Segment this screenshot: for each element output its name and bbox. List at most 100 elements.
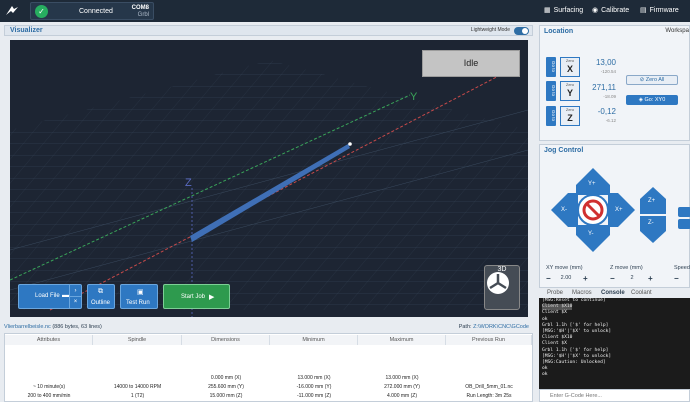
location-panel: Location Workspa Go to Zero X 13,00 -120.… — [539, 25, 690, 141]
spindle-rpm: 14000 to 14000 RPM — [113, 384, 162, 390]
gcode-input[interactable] — [539, 389, 690, 402]
jog-x-minus-label[interactable]: X- — [561, 207, 567, 213]
connection-widget[interactable]: ✓ Connected COM8 Grbl — [30, 2, 154, 20]
jog-x-plus-label[interactable]: X+ — [615, 207, 623, 213]
z-minus-button[interactable]: − — [610, 274, 615, 283]
jog-y-minus — [576, 225, 610, 252]
outline-button[interactable]: ⧉ Outline — [87, 284, 115, 309]
tool-position — [348, 142, 352, 146]
workspace-label: Workspa — [665, 28, 689, 34]
path-label: Path: — [458, 324, 472, 330]
go-xy0-button[interactable]: ◈ Go: XY0 — [626, 95, 678, 105]
header-minimum: Minimum — [270, 335, 358, 345]
tab-coolant[interactable]: Coolant — [631, 290, 652, 296]
attr-time: ~ 10 minute(s) — [32, 384, 66, 390]
max-z: 4.000 mm (Z) — [386, 393, 417, 399]
jog-side-button-2[interactable] — [678, 219, 690, 229]
prev-run-length: Run Length: 3m 25s — [466, 393, 512, 399]
load-file-button[interactable]: Load File ▬ › × — [18, 284, 82, 309]
console-line: ok — [542, 372, 548, 378]
surfacing-icon: ▦ — [544, 7, 551, 14]
goto-x-button[interactable]: Go to — [546, 57, 556, 77]
xy-minus-button[interactable]: − — [546, 274, 551, 283]
check-icon: ✓ — [35, 5, 48, 18]
folder-icon: ▬ — [62, 292, 69, 299]
lightweight-label: Lightweight Mode — [470, 27, 510, 33]
xy-move-input[interactable]: 2.00 — [556, 275, 576, 281]
app-logo-icon — [4, 3, 20, 19]
top-bar: ✓ Connected COM8 Grbl ▦ Surfacing ◉ Calibr… — [0, 0, 690, 22]
z-machine-position: -6.12 — [605, 118, 616, 123]
test-run-icon: ▣ — [137, 289, 144, 296]
jog-y-plus-label[interactable]: Y+ — [588, 181, 596, 187]
start-job-button[interactable]: Start Job ▶ — [163, 284, 230, 309]
z-plus-button[interactable]: + — [648, 274, 653, 283]
speed-minus-button[interactable]: − — [674, 274, 679, 283]
zero-all-button[interactable]: ⊘ Zero All — [626, 75, 678, 85]
console-output: [MSG:Reset to continue] Client $X10 Clie… — [539, 298, 690, 389]
zero-x-button[interactable]: Zero X — [560, 57, 580, 77]
play-icon: ▶ — [209, 294, 215, 301]
z-move-label: Z move (mm) — [610, 265, 643, 271]
z-position: -0,12 — [597, 107, 616, 116]
tab-macros[interactable]: Macros — [572, 290, 592, 296]
dim-x: 0.000 mm (X) — [210, 375, 242, 381]
attr-feed: 200 to 400 mm/min — [27, 393, 71, 399]
z-move-input[interactable]: 2 — [622, 275, 642, 281]
file-name[interactable]: Vlierbarrelbeisle.nc — [4, 324, 51, 330]
jog-z-minus-label[interactable]: Z- — [648, 220, 654, 226]
lightweight-toggle[interactable] — [514, 27, 529, 35]
file-info-line: Vlierbarrelbeisle.nc (886 bytes, 63 line… — [4, 324, 533, 333]
tab-console[interactable]: Console — [601, 290, 625, 296]
machine-state: Idle — [422, 50, 520, 77]
speed-label: Speed — [674, 265, 690, 271]
visualizer-title: Visualizer — [10, 27, 43, 34]
y-axis-label: Y — [410, 91, 418, 103]
jog-side-button[interactable] — [678, 207, 690, 217]
test-run-button[interactable]: ▣ Test Run — [120, 284, 158, 309]
header-dimensions: Dimensions — [182, 335, 270, 345]
file-path[interactable]: Z:\WORK\CNC\GCode — [473, 324, 529, 330]
nav-calibrate[interactable]: ◉ Calibrate — [592, 6, 629, 14]
grid-surface — [10, 60, 528, 310]
xy-plus-button[interactable]: + — [583, 274, 588, 283]
zero-z-button[interactable]: Zero Z — [560, 106, 580, 126]
nav-firmware[interactable]: ▤ Firmware — [640, 6, 679, 14]
nav-surfacing[interactable]: ▦ Surfacing — [544, 6, 583, 14]
grid-view: Y Z — [10, 60, 528, 317]
jog-z-plus-label[interactable]: Z+ — [648, 198, 655, 204]
max-x: 13.000 mm (X) — [385, 375, 419, 381]
min-z: -11.000 mm (Z) — [296, 393, 332, 399]
location-title: Location — [544, 28, 574, 35]
max-y: 272.000 mm (Y) — [384, 384, 420, 390]
y-position: 271,11 — [592, 83, 616, 92]
xy-move-label: XY move (mm) — [546, 265, 583, 271]
goto-z-button[interactable]: Go to — [546, 106, 556, 126]
header-previous-run: Previous Run — [446, 335, 532, 345]
z-axis-label: Z — [185, 177, 192, 189]
spindle-tool: 1 (T2) — [130, 393, 145, 399]
x-machine-position: -120.54 — [600, 69, 616, 74]
header-attributes: Attributes — [5, 335, 93, 345]
close-icon[interactable]: × — [69, 296, 81, 308]
min-x: 13.000 mm (X) — [297, 375, 331, 381]
visualizer-header: Visualizer Lightweight Mode — [4, 25, 533, 36]
zero-y-button[interactable]: Zero Y — [560, 81, 580, 101]
firmware-name: Grbl — [137, 12, 149, 18]
port-name: COM8 — [131, 5, 149, 11]
firmware-icon: ▤ — [640, 7, 647, 14]
prev-run-file: OB_Drill_5mm_01.nc — [465, 384, 513, 390]
job-stats-table: Attributes Spindle Dimensions Minimum Ma… — [4, 333, 533, 402]
x-position: 13,00 — [595, 58, 616, 67]
tab-probe[interactable]: Probe — [547, 290, 563, 296]
view-3d-button[interactable]: 3D — [484, 265, 520, 310]
header-spindle: Spindle — [93, 335, 182, 345]
goto-y-button[interactable]: Go to — [546, 81, 556, 101]
z-jog-pad — [640, 187, 666, 243]
visualizer-canvas[interactable]: Y Z Idle Load File ▬ › × ⧉ Outline ▣ Tes… — [10, 40, 528, 317]
jog-y-minus-label[interactable]: Y- — [588, 231, 593, 237]
y-machine-position: -18.09 — [603, 94, 616, 99]
file-size: (886 bytes, 63 lines) — [52, 324, 102, 330]
header-maximum: Maximum — [358, 335, 446, 345]
calibrate-icon: ◉ — [592, 7, 599, 14]
